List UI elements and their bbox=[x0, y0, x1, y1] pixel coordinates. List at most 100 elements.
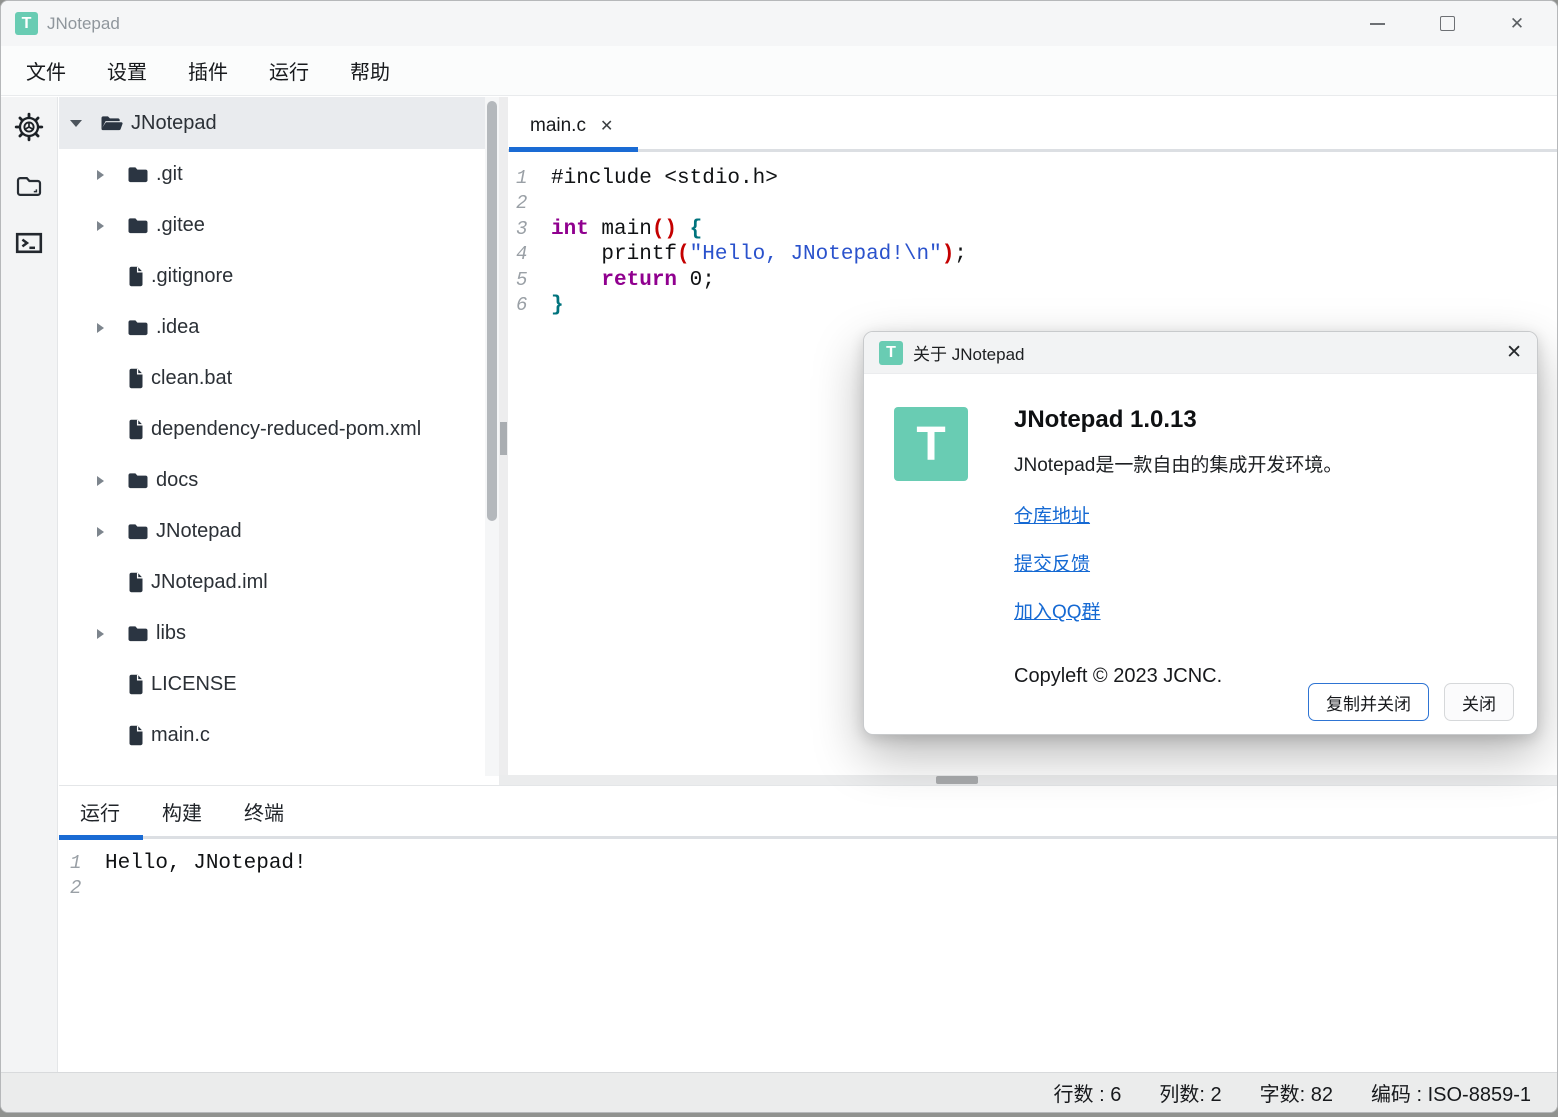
code-area[interactable]: 1#include <stdio.h>23int main() {4 print… bbox=[508, 152, 1558, 318]
tree-item-JNotepad[interactable]: JNotepad bbox=[59, 506, 485, 557]
menu-item-settings[interactable]: 设置 bbox=[107, 56, 147, 85]
about-description: JNotepad是一款自由的集成开发环境。 bbox=[1014, 450, 1537, 477]
active-bottom-tab-indicator bbox=[59, 835, 143, 840]
file-icon bbox=[127, 674, 144, 695]
expand-caret-icon[interactable] bbox=[97, 527, 113, 537]
code-token: { bbox=[690, 218, 703, 241]
about-dialog: T 关于 JNotepad ✕ T JNotepad 1.0.13 JNotep… bbox=[863, 331, 1538, 735]
tree-item-.gitee[interactable]: .gitee bbox=[59, 200, 485, 251]
tree-item-JNotepad.iml[interactable]: JNotepad.iml bbox=[59, 557, 485, 608]
line-number: 1 bbox=[508, 166, 546, 191]
tab-main-c[interactable]: main.c ✕ bbox=[508, 115, 631, 149]
code-line: 4 printf("Hello, JNotepad!\n"); bbox=[508, 242, 1558, 267]
tree-item-clean.bat[interactable]: clean.bat bbox=[59, 353, 485, 404]
tree-item-LICENSE[interactable]: LICENSE bbox=[59, 659, 485, 710]
code-line: 3int main() { bbox=[508, 217, 1558, 242]
code-line: 6} bbox=[508, 293, 1558, 318]
bottom-tab-terminal[interactable]: 终端 bbox=[244, 797, 284, 826]
code-text: return 0; bbox=[551, 268, 715, 293]
line-number: 3 bbox=[508, 217, 546, 242]
tree-root-item[interactable]: JNotepad bbox=[59, 97, 485, 149]
dialog-close-icon[interactable]: ✕ bbox=[1506, 341, 1522, 364]
status-column-count: 列数: 2 bbox=[1159, 1078, 1221, 1107]
title-bar: T JNotepad ✕ bbox=[1, 1, 1557, 46]
tree-item-label: .idea bbox=[156, 316, 199, 339]
line-number: 2 bbox=[508, 191, 546, 216]
app-logo-icon: T bbox=[15, 12, 38, 35]
folder-icon bbox=[127, 522, 149, 541]
about-logo-icon: T bbox=[894, 407, 968, 481]
expand-caret-icon[interactable] bbox=[97, 170, 113, 180]
tree-item-.idea[interactable]: .idea bbox=[59, 302, 485, 353]
code-token: #include <stdio.h> bbox=[551, 167, 778, 190]
maximize-button[interactable] bbox=[1437, 14, 1457, 34]
code-token: printf bbox=[551, 243, 677, 266]
expand-caret-icon[interactable] bbox=[97, 221, 113, 231]
folder-icon bbox=[127, 216, 149, 235]
menu-item-file[interactable]: 文件 bbox=[26, 56, 66, 85]
tree-scrollbar-thumb[interactable] bbox=[487, 101, 497, 521]
expand-caret-icon[interactable] bbox=[97, 629, 113, 639]
editor-tab-bar: main.c ✕ bbox=[508, 97, 1558, 152]
minimize-button[interactable] bbox=[1367, 14, 1387, 34]
code-token: return bbox=[601, 269, 677, 292]
editor-vscroll-thumb[interactable] bbox=[500, 422, 507, 455]
bottom-tab-run[interactable]: 运行 bbox=[80, 797, 120, 826]
tree-root-label: JNotepad bbox=[131, 112, 217, 135]
link-repo-address[interactable]: 仓库地址 bbox=[1014, 501, 1090, 528]
tab-close-icon[interactable]: ✕ bbox=[600, 116, 613, 136]
file-icon bbox=[127, 368, 144, 389]
menu-item-help[interactable]: 帮助 bbox=[350, 56, 390, 85]
bottom-tab-separator bbox=[59, 836, 1558, 839]
link-submit-feedback[interactable]: 提交反馈 bbox=[1014, 549, 1090, 576]
activity-bar bbox=[1, 97, 58, 1073]
terminal-icon[interactable] bbox=[13, 227, 45, 259]
menu-bar: 文件 设置 插件 运行 帮助 bbox=[1, 46, 1557, 96]
tree-item-label: .gitee bbox=[156, 214, 205, 237]
editor-hscroll-thumb[interactable] bbox=[936, 776, 978, 784]
link-join-qq-group[interactable]: 加入QQ群 bbox=[1014, 597, 1101, 624]
code-token bbox=[677, 218, 690, 241]
expand-caret-icon[interactable] bbox=[97, 476, 113, 486]
tree-scrollbar[interactable] bbox=[485, 97, 499, 776]
code-token: "Hello, JNotepad!\n" bbox=[690, 243, 942, 266]
tree-item-main.c[interactable]: main.c bbox=[59, 710, 485, 761]
menu-item-plugins[interactable]: 插件 bbox=[188, 56, 228, 85]
bottom-tab-build[interactable]: 构建 bbox=[162, 797, 202, 826]
expand-caret-icon[interactable] bbox=[97, 323, 113, 333]
tree-item-dependency-reduced-pom.xml[interactable]: dependency-reduced-pom.xml bbox=[59, 404, 485, 455]
close-button[interactable]: 关闭 bbox=[1444, 683, 1514, 721]
tree-item-docs[interactable]: docs bbox=[59, 455, 485, 506]
code-token: } bbox=[551, 294, 564, 317]
copy-and-close-button[interactable]: 复制并关闭 bbox=[1308, 683, 1429, 721]
code-token: main bbox=[589, 218, 652, 241]
file-icon bbox=[127, 572, 144, 593]
output-line-number: 1 bbox=[59, 851, 97, 876]
menu-item-run[interactable]: 运行 bbox=[269, 56, 309, 85]
run-output-area[interactable]: 1Hello, JNotepad!2 bbox=[59, 839, 1558, 902]
files-folder-icon[interactable] bbox=[13, 169, 45, 201]
settings-gear-icon[interactable] bbox=[13, 111, 45, 143]
status-char-count: 字数: 82 bbox=[1260, 1078, 1333, 1107]
collapse-caret-icon[interactable] bbox=[70, 120, 86, 127]
line-number: 6 bbox=[508, 293, 546, 318]
tree-item-label: libs bbox=[156, 622, 186, 645]
code-text: printf("Hello, JNotepad!\n"); bbox=[551, 242, 967, 267]
code-line: 1#include <stdio.h> bbox=[508, 166, 1558, 191]
folder-icon bbox=[127, 624, 149, 643]
file-icon bbox=[127, 419, 144, 440]
maximize-icon bbox=[1440, 16, 1455, 31]
tree-item-.git[interactable]: .git bbox=[59, 149, 485, 200]
code-text: int main() { bbox=[551, 217, 702, 242]
file-icon bbox=[127, 266, 144, 287]
tree-item-label: docs bbox=[156, 469, 198, 492]
editor-horizontal-scrollbar[interactable] bbox=[499, 775, 1558, 785]
code-line: 5 return 0; bbox=[508, 268, 1558, 293]
editor-vertical-scrollbar[interactable] bbox=[499, 97, 508, 776]
file-icon bbox=[127, 725, 144, 746]
code-token bbox=[551, 269, 601, 292]
tree-item-.gitignore[interactable]: .gitignore bbox=[59, 251, 485, 302]
tree-item-libs[interactable]: libs bbox=[59, 608, 485, 659]
tree-item-label: LICENSE bbox=[151, 673, 237, 696]
close-window-button[interactable]: ✕ bbox=[1507, 14, 1527, 34]
